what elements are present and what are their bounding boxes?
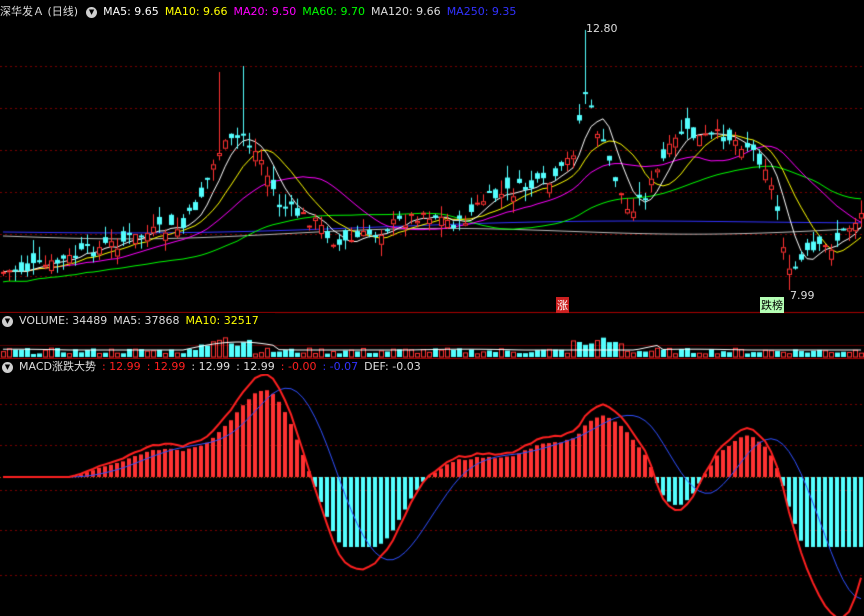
stock-chart-canvas[interactable]: [0, 0, 864, 616]
macd-panel-header: ▼ MACD涨跌大势 : 12.99 : 12.99 : 12.99 : 12.99 : -…: [0, 359, 437, 374]
dropdown-icon[interactable]: ▼: [2, 315, 13, 327]
volume-panel-header: ▼ VOLUME: 34489 MA5: 37868 MA10: 32517: [0, 313, 275, 328]
macd-value: : -0.07: [322, 360, 359, 373]
limit-down-marker: 跌榜: [760, 297, 784, 313]
low-price-label: 7.99: [790, 289, 815, 302]
macd-value: DEF: -0.03: [364, 360, 421, 373]
ma-indicator: MA20: 9.50: [233, 5, 297, 18]
dropdown-icon[interactable]: ▼: [86, 6, 98, 18]
ma-indicator: MA60: 9.70: [302, 5, 365, 18]
ma-indicator: MA10: 9.66: [164, 5, 228, 18]
macd-title: MACD涨跌大势: [19, 360, 96, 373]
macd-value: : 12.99: [146, 360, 186, 373]
macd-value: : 12.99: [191, 360, 231, 373]
stock-title: 深华发Ａ (日线): [0, 5, 79, 18]
high-price-label: 12.80: [586, 22, 618, 35]
volume-indicator: MA5: 37868: [113, 314, 180, 327]
ma-indicator: MA5: 9.65: [103, 5, 159, 18]
ma-indicator: MA120: 9.66: [370, 5, 441, 18]
volume-indicator: VOLUME: 34489: [19, 314, 108, 327]
macd-value: : 12.99: [236, 360, 275, 373]
dropdown-icon[interactable]: ▼: [2, 361, 13, 373]
limit-up-marker: 涨: [556, 297, 569, 313]
volume-indicator: MA10: 32517: [185, 314, 259, 327]
ma-indicator: MA250: 9.35: [446, 5, 517, 18]
price-panel-header: 深华发Ａ (日线) ▼ MA5: 9.65 MA10: 9.66 MA20: 9.50 M…: [0, 4, 533, 19]
macd-value: : 12.99: [101, 360, 141, 373]
macd-value: : -0.00: [280, 360, 317, 373]
